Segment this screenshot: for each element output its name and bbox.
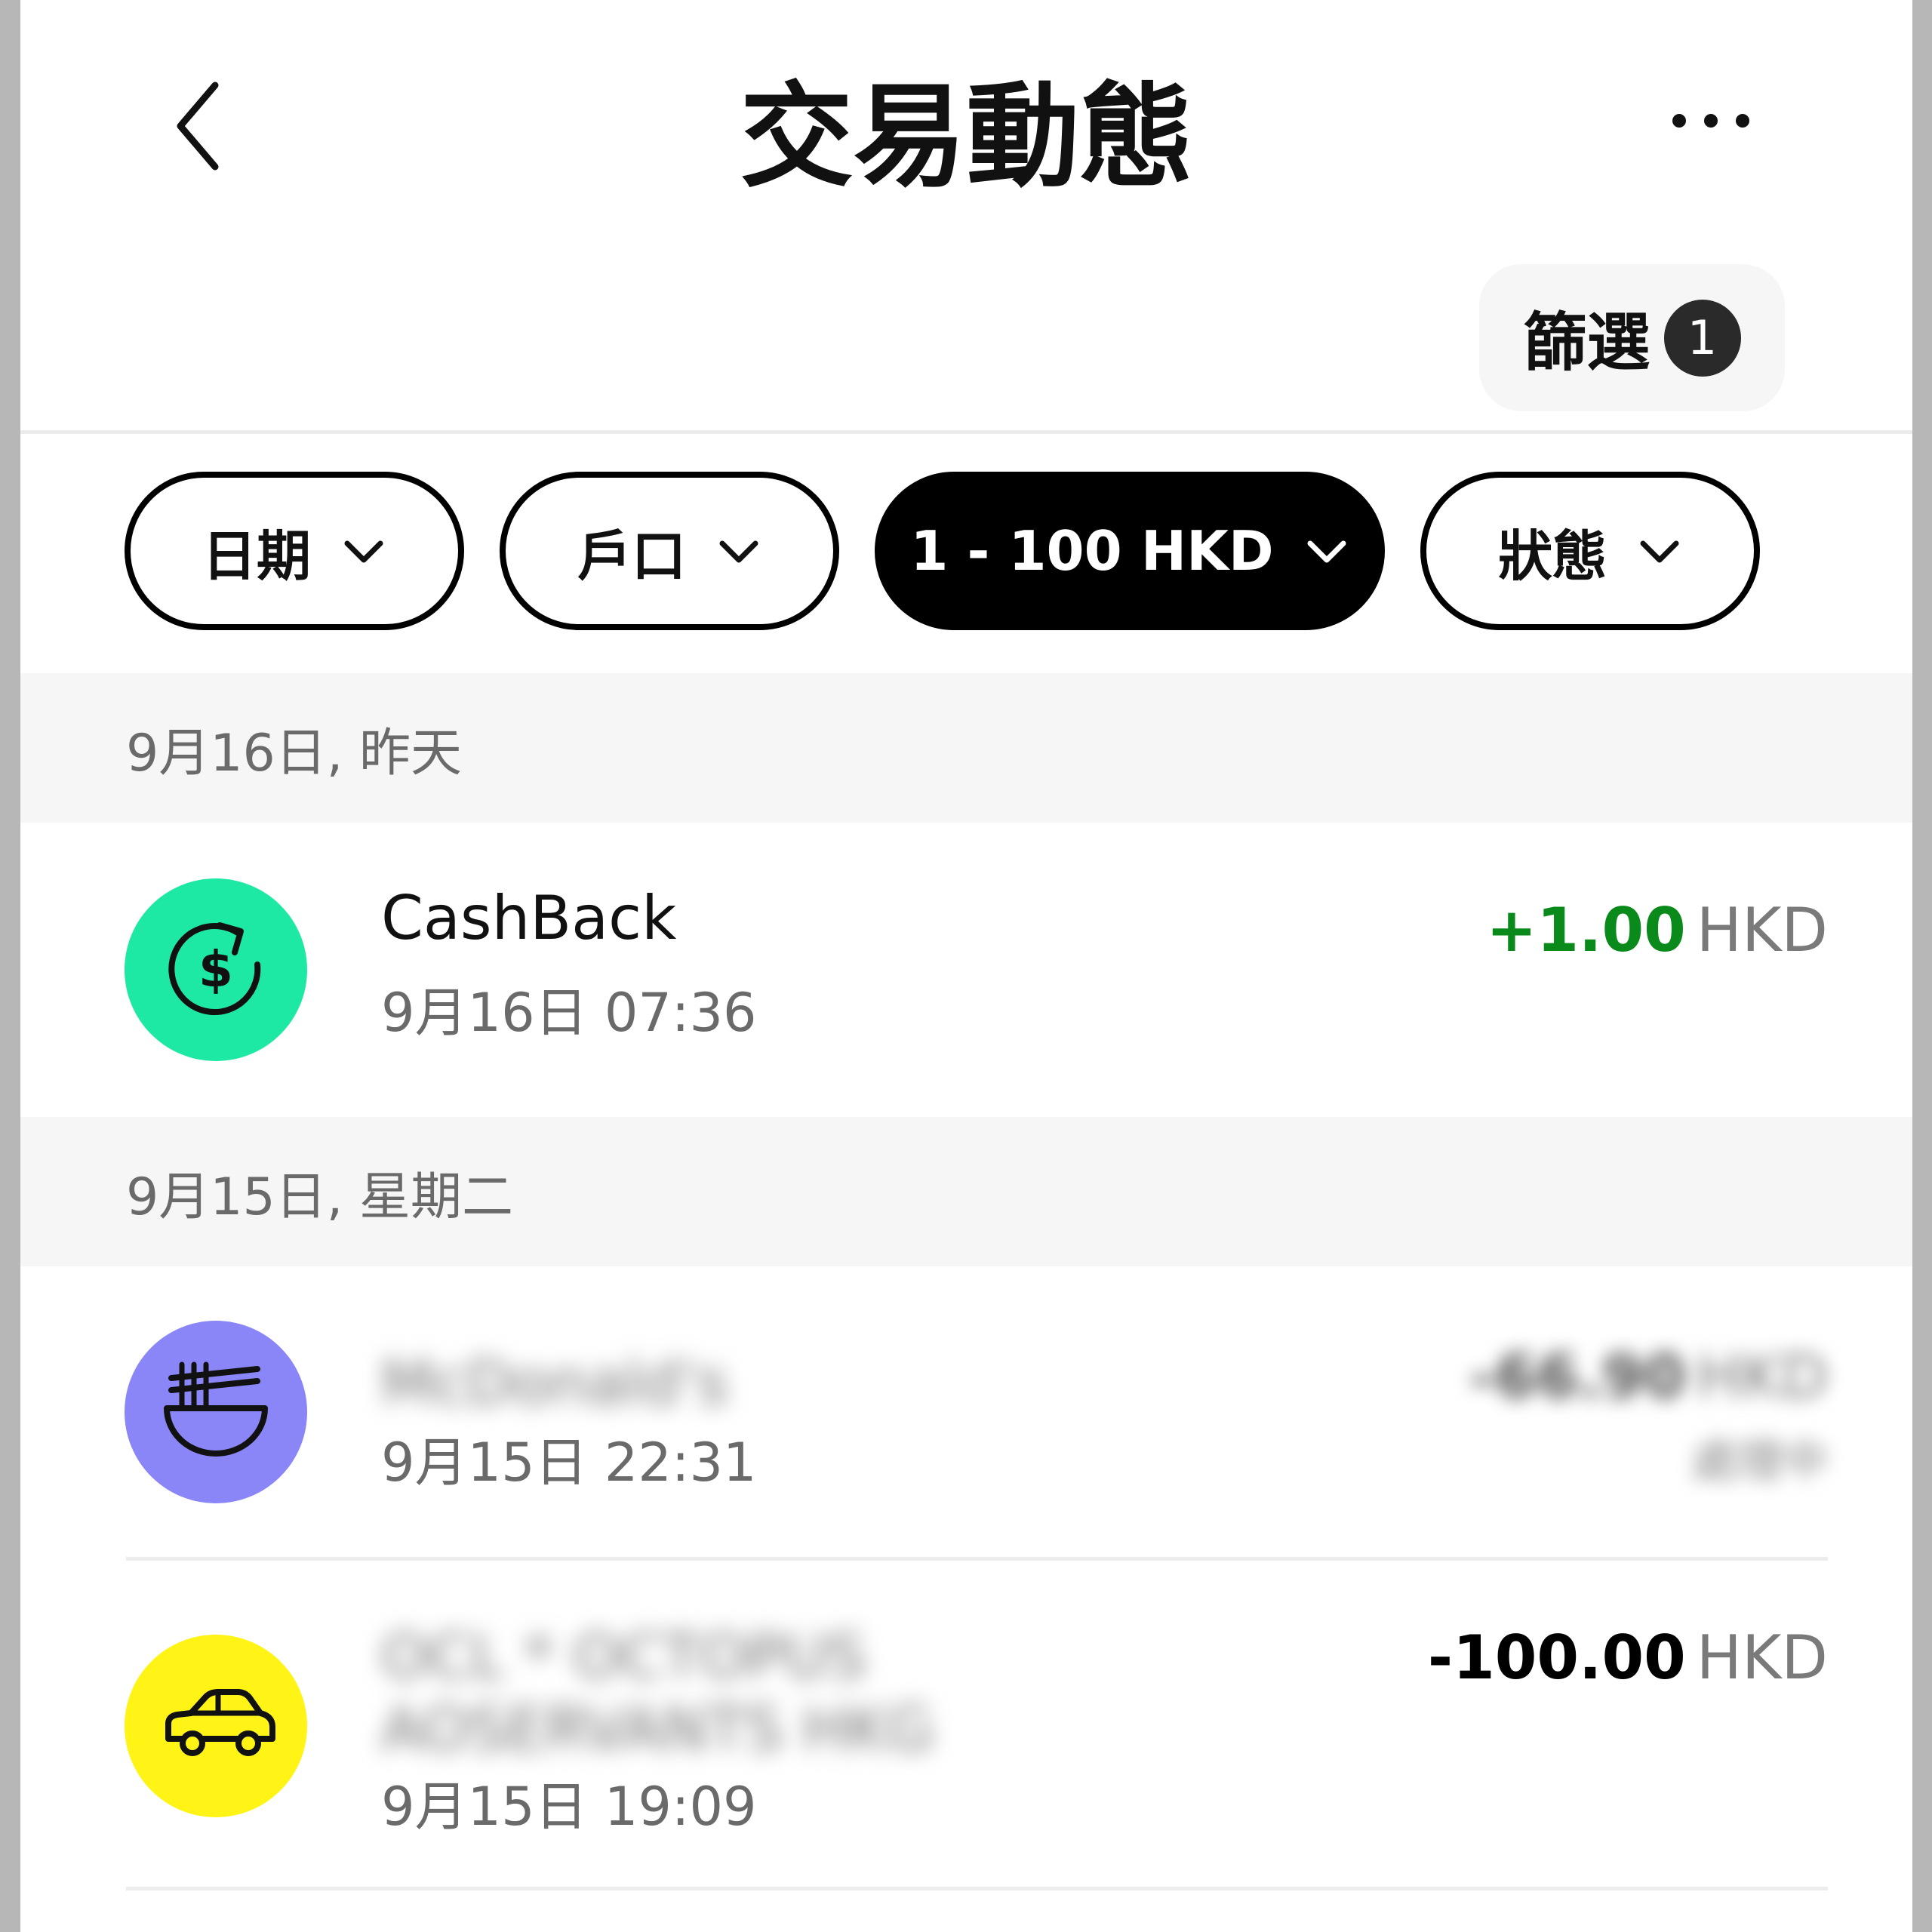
svg-text:$: $ <box>198 940 233 998</box>
transaction-amount: -100.00 HKD <box>1428 1623 1828 1693</box>
transaction-time: 9月15日 19:09 <box>381 1776 757 1838</box>
chip-label: 戶口 <box>577 524 686 588</box>
transaction-amount: -66.90 HKD <box>1470 1342 1828 1412</box>
chip-date[interactable]: 日期 <box>125 472 464 630</box>
chip-account[interactable]: 戶口 <box>500 472 839 630</box>
filter-button[interactable]: 篩選 1 <box>1479 264 1785 411</box>
chevron-down-icon <box>719 540 758 563</box>
merchant-name: CashBack <box>381 883 677 953</box>
filter-label: 篩選 <box>1523 306 1651 380</box>
more-icon <box>1672 114 1749 128</box>
merchant-name: McDonald's <box>381 1348 728 1418</box>
chip-label: 1 - 100 HKD <box>910 519 1274 583</box>
section-date-label: 9月16日, 昨天 <box>126 723 463 783</box>
transaction-time: 9月15日 22:31 <box>381 1432 757 1494</box>
chevron-down-icon <box>344 540 383 563</box>
chip-status[interactable]: 狀態 <box>1420 472 1760 630</box>
amount-currency: HKD <box>1696 895 1828 965</box>
chip-label: 狀態 <box>1497 524 1607 588</box>
transaction-status: 處理中 <box>1692 1435 1828 1488</box>
amount-value: -100.00 <box>1427 1623 1686 1693</box>
chip-label: 日期 <box>202 524 311 588</box>
section-date-label: 9月15日, 星期二 <box>126 1167 514 1227</box>
amount-value: +1.00 <box>1486 895 1686 965</box>
transaction-amount: +1.00 HKD <box>1486 895 1828 965</box>
noodle-bowl-icon <box>125 1321 307 1503</box>
date-section-header: 9月16日, 昨天 <box>20 673 1912 823</box>
transaction-row[interactable]: $ CashBack 9月16日 07:36 +1.00 HKD <box>20 823 1912 1117</box>
chevron-down-icon <box>1640 540 1679 563</box>
date-section-header: 9月15日, 星期二 <box>20 1117 1912 1266</box>
page-title: 交易動態 <box>740 72 1193 203</box>
header-divider <box>20 430 1912 434</box>
chip-amount-range[interactable]: 1 - 100 HKD <box>875 472 1385 630</box>
filter-count-badge: 1 <box>1663 299 1741 377</box>
transaction-row[interactable]: OCL * OCTOPUS AOSERVANTS HKG 9月15日 19:09… <box>20 1561 1912 1885</box>
amount-value: -66.90 <box>1469 1342 1686 1412</box>
cashback-icon: $ <box>125 878 307 1061</box>
transactions-screen: 交易動態 篩選 1 日期 戶口 1 - 100 HKD 狀態 9月16日, 昨天… <box>20 0 1912 1932</box>
car-icon <box>125 1635 307 1817</box>
amount-currency: HKD <box>1696 1342 1828 1412</box>
more-options-button[interactable] <box>1658 91 1764 151</box>
merchant-name: OCL * OCTOPUS AOSERVANTS HKG <box>381 1622 934 1764</box>
row-divider <box>126 1887 1828 1890</box>
transaction-row[interactable]: McDonald's 9月15日 22:31 -66.90 HKD 處理中 <box>20 1266 1912 1561</box>
chevron-down-icon <box>1307 540 1346 563</box>
transaction-time: 9月16日 07:36 <box>381 982 757 1044</box>
amount-currency: HKD <box>1696 1623 1828 1693</box>
